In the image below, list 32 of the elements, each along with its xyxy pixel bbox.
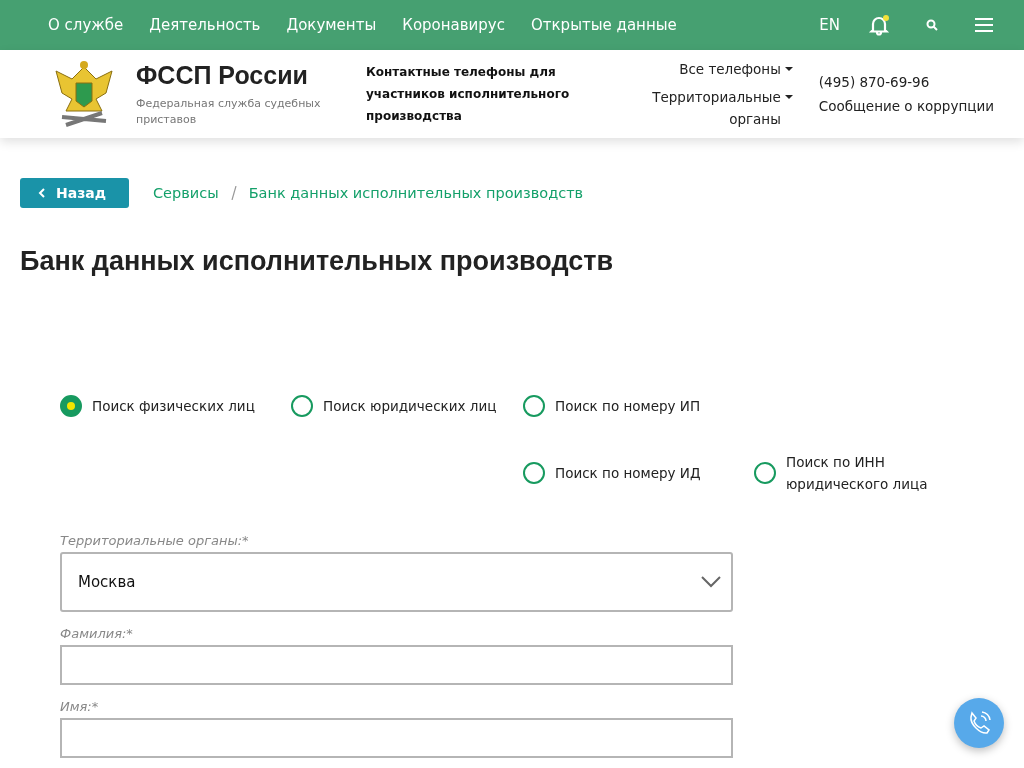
radio-indicator[interactable] — [754, 462, 776, 484]
radio-indicator[interactable] — [60, 395, 82, 417]
contacts-heading: Контактные телефоны для участников исполнительного производства — [366, 64, 571, 125]
field-label: Фамилия:* — [60, 626, 134, 641]
back-button[interactable]: Назад — [20, 178, 129, 208]
search-type-radio[interactable]: Поиск физических лиц — [60, 395, 291, 417]
radio-indicator[interactable] — [523, 462, 545, 484]
chevron-down-icon — [701, 576, 721, 588]
breadcrumb-separator — [230, 186, 237, 200]
radio-indicator[interactable] — [291, 395, 313, 417]
region-select[interactable]: Москва — [60, 552, 733, 612]
page-title: Банк данных исполнительных производств — [20, 246, 615, 277]
bell-icon[interactable] — [868, 14, 890, 36]
search-icon[interactable] — [926, 19, 938, 31]
search-type-radio[interactable]: Поиск по номеру ИД — [523, 451, 754, 495]
corruption-link[interactable]: Сообщение о коррупции — [818, 98, 994, 114]
site-subtitle: Федеральная служба судебных приставов — [136, 96, 322, 127]
chevron-left-icon — [38, 188, 46, 198]
menu-icon[interactable] — [974, 17, 994, 33]
input-field[interactable] — [60, 645, 733, 685]
phone-link[interactable]: (495) 870-69-96 — [818, 74, 994, 90]
search-type-radio[interactable]: Поиск юридических лиц — [291, 395, 523, 417]
field-label: Имя:* — [60, 699, 100, 714]
call-button[interactable] — [954, 698, 1004, 748]
search-type-radio[interactable]: Поиск по ИНН юридического лица — [754, 451, 984, 495]
input-field[interactable] — [60, 718, 733, 758]
dropdown-link[interactable]: Все телефоны — [630, 58, 793, 80]
radio-indicator[interactable] — [523, 395, 545, 417]
search-type-radio[interactable]: Поиск по номеру ИП — [523, 395, 754, 417]
field-label: Территориальные органы:* — [60, 533, 250, 548]
dropdown-link[interactable]: Территориальные органы — [630, 86, 793, 130]
site-title: ФССП России — [136, 61, 309, 91]
